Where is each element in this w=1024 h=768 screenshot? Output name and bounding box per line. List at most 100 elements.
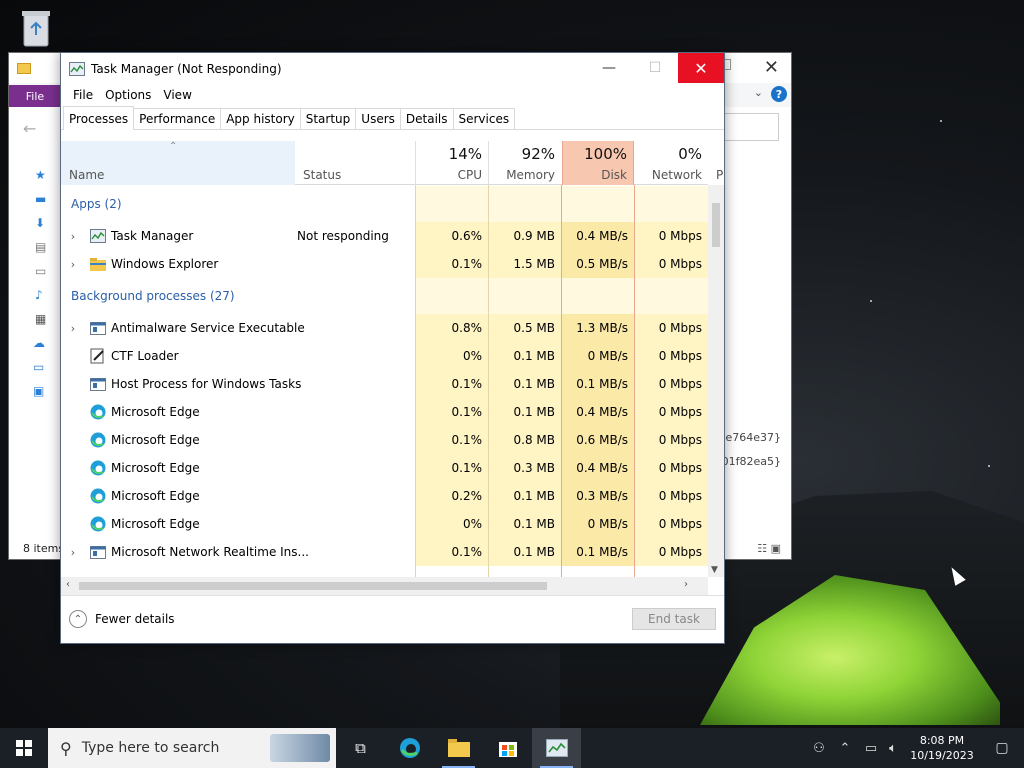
process-row[interactable]: › Microsoft Network Realtime Ins... 0.1% 0.… xyxy=(61,538,708,566)
process-row[interactable]: Microsoft Edge 0.1% 0.1 MB 0.4 MB/s 0 Mbps xyxy=(61,398,708,426)
process-memory-value: 0.8 MB xyxy=(488,426,561,454)
process-name: Microsoft Edge xyxy=(111,517,200,531)
task-manager-taskbar-icon[interactable] xyxy=(532,728,581,768)
process-disk-value: 0.4 MB/s xyxy=(562,222,634,250)
fewer-details-button[interactable]: ⌃ Fewer details xyxy=(69,610,175,628)
column-header-network[interactable]: 0% Network xyxy=(634,141,708,185)
edge-icon xyxy=(89,454,107,482)
downloads-icon[interactable]: ⬇ xyxy=(9,211,61,235)
process-name: Windows Explorer xyxy=(111,257,219,271)
process-disk-value: 0.5 MB/s xyxy=(562,250,634,278)
tab-services[interactable]: Services xyxy=(452,108,516,129)
process-row[interactable]: Microsoft Edge 0.1% 0.3 MB 0.4 MB/s 0 Mbps xyxy=(61,454,708,482)
taskbar-search-box[interactable]: ⚲ Type here to search xyxy=(48,728,336,768)
task-manager-window[interactable]: Task Manager (Not Responding) — ☐ ✕ File… xyxy=(60,52,725,644)
column-divider xyxy=(634,185,635,577)
expand-chevron-icon[interactable]: › xyxy=(67,222,79,250)
explorer-file-tab[interactable]: File xyxy=(9,85,61,107)
help-icon[interactable]: ? xyxy=(771,86,787,102)
quick-access-icon[interactable]: ★ xyxy=(9,163,61,187)
tab-performance[interactable]: Performance xyxy=(133,108,222,129)
column-header-disk[interactable]: 100% Disk xyxy=(562,141,634,185)
onedrive-icon[interactable]: ☁ xyxy=(9,331,61,355)
start-button[interactable] xyxy=(0,728,48,768)
column-header-memory[interactable]: 92% Memory xyxy=(488,141,561,185)
pictures-icon[interactable]: ▭ xyxy=(9,259,61,283)
tab-startup[interactable]: Startup xyxy=(299,108,357,129)
back-arrow-icon[interactable]: ← xyxy=(23,119,36,138)
process-row[interactable]: Microsoft Edge 0.2% 0.1 MB 0.3 MB/s 0 Mbps xyxy=(61,482,708,510)
menu-file[interactable]: File xyxy=(67,88,99,102)
tab-processes[interactable]: Processes xyxy=(63,106,135,130)
column-header-name[interactable]: ⌃ Name xyxy=(61,141,295,185)
vertical-scrollbar[interactable]: ▼ xyxy=(708,185,724,577)
group-heat-cell xyxy=(562,278,634,314)
scroll-left-icon[interactable]: ‹ xyxy=(66,579,70,590)
scroll-right-icon[interactable]: › xyxy=(684,579,688,590)
process-memory-value: 0.5 MB xyxy=(488,314,561,342)
process-row[interactable]: › Antimalware Service Executable 0.8% 0.5 M… xyxy=(61,314,708,342)
edge-icon[interactable] xyxy=(385,728,434,768)
process-row[interactable]: Microsoft Edge 0.1% 0.8 MB 0.6 MB/s 0 Mbps xyxy=(61,426,708,454)
menu-options[interactable]: Options xyxy=(99,88,157,102)
this-pc-icon[interactable]: ▭ xyxy=(9,355,61,379)
close-icon[interactable]: ✕ xyxy=(764,57,779,78)
process-cpu-value: 0% xyxy=(415,342,488,370)
notification-icon[interactable]: ▢ xyxy=(980,740,1024,756)
process-row[interactable]: CTF Loader 0% 0.1 MB 0 MB/s 0 Mbps xyxy=(61,342,708,370)
scrollbar-thumb[interactable] xyxy=(712,203,720,247)
column-header-status[interactable]: Status xyxy=(295,141,415,185)
tab-users[interactable]: Users xyxy=(355,108,401,129)
process-name: Microsoft Edge xyxy=(111,433,200,447)
recycle-bin-icon[interactable] xyxy=(14,6,58,50)
file-explorer-icon[interactable] xyxy=(434,728,483,768)
desktop-folder-icon[interactable]: ▬ xyxy=(9,187,61,211)
horizontal-scrollbar[interactable]: ‹ › xyxy=(61,577,708,595)
process-name: Microsoft Edge xyxy=(111,489,200,503)
end-task-button[interactable]: End task xyxy=(632,608,716,630)
process-network-value: 0 Mbps xyxy=(634,454,708,482)
edge-icon xyxy=(89,482,107,510)
chevron-up-icon[interactable]: ⌃ xyxy=(830,741,860,756)
task-view-icon[interactable]: ⧉ xyxy=(336,728,385,768)
column-header-cpu[interactable]: 14% CPU xyxy=(415,141,488,185)
volume-muted-icon[interactable]: 🔈︎ xyxy=(882,741,904,756)
column-header-power[interactable]: P xyxy=(708,141,724,185)
process-row[interactable]: › Task Manager Not responding 0.6% 0.9 MB 0.4… xyxy=(61,222,708,250)
documents-icon[interactable]: ▤ xyxy=(9,235,61,259)
process-name: Microsoft Edge xyxy=(111,461,200,475)
system-tray: ⚇ ⌃ ▭ 🔈︎ 8:08 PM 10/19/2023 ▢ xyxy=(808,728,1024,768)
scrollbar-thumb[interactable] xyxy=(79,582,547,590)
process-disk-value: 0.4 MB/s xyxy=(562,454,634,482)
process-row[interactable]: Microsoft Edge 0% 0.1 MB 0 MB/s 0 Mbps xyxy=(61,510,708,538)
explorer-search-input[interactable] xyxy=(723,113,779,141)
view-toggle-icons[interactable]: ☷ ▣ xyxy=(757,542,781,555)
menu-view[interactable]: View xyxy=(157,88,197,102)
process-memory-value: 0.3 MB xyxy=(488,454,561,482)
store-icon[interactable] xyxy=(483,728,532,768)
tab-app-history[interactable]: App history xyxy=(220,108,301,129)
network-icon[interactable]: ▣ xyxy=(9,379,61,403)
scroll-down-icon[interactable]: ▼ xyxy=(711,565,718,575)
process-disk-value: 0.1 MB/s xyxy=(562,370,634,398)
videos-icon[interactable]: ▦ xyxy=(9,307,61,331)
expand-chevron-icon[interactable]: › xyxy=(67,314,79,342)
chevron-down-icon[interactable]: ⌄ xyxy=(754,86,763,99)
maximize-button[interactable]: ☐ xyxy=(632,53,678,83)
process-row[interactable]: › Windows Explorer 0.1% 1.5 MB 0.5 MB/s 0 Mbp… xyxy=(61,250,708,278)
group-header[interactable]: Background processes (27) xyxy=(61,278,708,314)
expand-chevron-icon[interactable]: › xyxy=(67,538,79,566)
clock[interactable]: 8:08 PM 10/19/2023 xyxy=(904,733,980,763)
process-row[interactable]: Host Process for Windows Tasks 0.1% 0.1 MB… xyxy=(61,370,708,398)
network-icon[interactable]: ▭ xyxy=(860,741,882,756)
process-network-value: 0 Mbps xyxy=(634,538,708,566)
process-name: Antimalware Service Executable xyxy=(111,321,305,335)
process-cpu-value: 0.8% xyxy=(415,314,488,342)
minimize-button[interactable]: — xyxy=(586,53,632,83)
expand-chevron-icon[interactable]: › xyxy=(67,250,79,278)
music-icon[interactable]: ♪ xyxy=(9,283,61,307)
tab-details[interactable]: Details xyxy=(399,108,454,129)
close-button[interactable]: ✕ xyxy=(678,53,724,83)
people-icon[interactable]: ⚇ xyxy=(808,741,830,756)
group-header[interactable]: Apps (2) xyxy=(61,186,708,222)
